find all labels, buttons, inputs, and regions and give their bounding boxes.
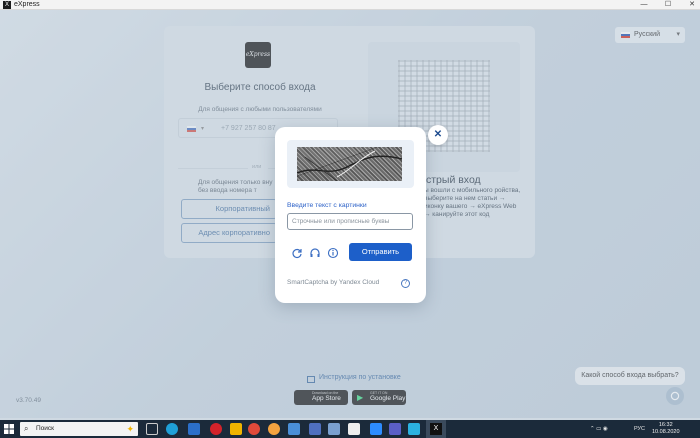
captcha-submit-button[interactable]: Отправить bbox=[349, 243, 412, 261]
chrome-icon[interactable] bbox=[248, 423, 260, 435]
edge-icon[interactable] bbox=[166, 423, 178, 435]
teams-icon[interactable] bbox=[389, 423, 401, 435]
help-icon[interactable]: ? bbox=[401, 279, 410, 288]
refresh-icon[interactable] bbox=[291, 247, 303, 259]
input-language[interactable]: РУС bbox=[634, 420, 645, 438]
search-highlight-icon: ✦ bbox=[126, 424, 134, 434]
app-icon-10[interactable] bbox=[328, 423, 340, 435]
firefox-icon[interactable] bbox=[268, 423, 280, 435]
search-icon: ⌕ bbox=[24, 424, 29, 433]
store-icon[interactable] bbox=[188, 423, 200, 435]
clock-date: 10.08.2020 bbox=[652, 429, 680, 435]
captcha-text-input[interactable] bbox=[287, 213, 413, 230]
taskbar-search-label: Поиск bbox=[36, 425, 55, 432]
info-circle-icon[interactable] bbox=[327, 247, 339, 259]
captcha-modal: Введите текст с картинки Отправить Smart… bbox=[275, 127, 426, 303]
express-taskbar-button[interactable]: X bbox=[426, 420, 446, 438]
opera-icon[interactable] bbox=[210, 423, 222, 435]
express-icon: X bbox=[430, 423, 442, 435]
tray-icons[interactable]: ⌃ ▭ ◉ bbox=[590, 420, 608, 438]
taskbar: ⌕ Поиск ✦ X ⌃ ▭ ◉ РУС 16:32 10.08.2020 bbox=[0, 420, 700, 438]
window-title: eXpress bbox=[14, 1, 40, 8]
app-icon-11[interactable] bbox=[348, 423, 360, 435]
captcha-label: Введите текст с картинки bbox=[287, 202, 367, 209]
captcha-image bbox=[297, 147, 402, 181]
captcha-image-container bbox=[287, 140, 414, 188]
close-window-button[interactable]: ✕ bbox=[684, 0, 700, 10]
app-icon: X bbox=[3, 1, 11, 9]
maximize-button[interactable]: ☐ bbox=[660, 0, 676, 10]
windows-start-icon[interactable] bbox=[3, 423, 15, 435]
app-icon-9[interactable] bbox=[309, 423, 321, 435]
clock[interactable]: 16:32 10.08.2020 bbox=[652, 422, 680, 436]
app-icon-8[interactable] bbox=[288, 423, 300, 435]
headphones-icon[interactable] bbox=[309, 247, 321, 259]
file-explorer-icon[interactable] bbox=[230, 423, 242, 435]
captcha-distortion bbox=[297, 150, 402, 181]
taskbar-search[interactable]: ⌕ Поиск ✦ bbox=[20, 422, 138, 436]
task-view-icon[interactable] bbox=[146, 423, 158, 435]
zoom-icon[interactable] bbox=[370, 423, 382, 435]
window-titlebar: X eXpress — ☐ ✕ bbox=[0, 0, 700, 10]
captcha-brand: SmartCaptcha by Yandex Cloud bbox=[287, 279, 380, 286]
close-modal-button[interactable]: ✕ bbox=[428, 125, 448, 145]
minimize-button[interactable]: — bbox=[636, 0, 652, 10]
app-icon-14[interactable] bbox=[408, 423, 420, 435]
clock-time: 16:32 bbox=[658, 422, 673, 428]
